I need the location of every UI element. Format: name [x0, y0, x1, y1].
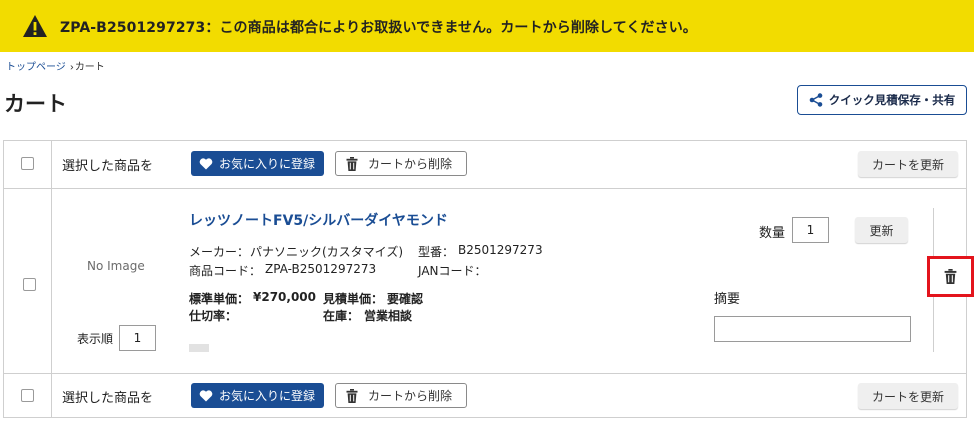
delete-item-button[interactable] [927, 256, 974, 297]
remove-selected-button-top[interactable]: カートから削除 [335, 151, 468, 176]
add-favorite-button-top[interactable]: お気に入りに登録 [191, 151, 325, 176]
breadcrumb: トップページ ›カート [6, 58, 105, 73]
maker-value: パナソニック(カスタマイズ) [250, 245, 404, 259]
divider [51, 140, 52, 189]
add-favorite-label: お気に入りに登録 [219, 157, 316, 171]
update-cart-button-bottom[interactable]: カートを更新 [858, 383, 958, 409]
share-icon [809, 93, 823, 107]
remove-selected-button-bottom[interactable]: カートから削除 [335, 383, 468, 408]
update-quantity-button[interactable]: 更新 [855, 217, 908, 243]
note-input[interactable] [714, 316, 911, 342]
update-cart-button-top[interactable]: カートを更新 [858, 151, 958, 177]
product-code-value: ZPA-B2501297273 [265, 262, 377, 276]
note-label: 摘要 [714, 292, 741, 307]
heart-icon [199, 389, 213, 401]
model-label: 型番： [418, 245, 455, 259]
quantity-input[interactable]: 1 [792, 217, 829, 243]
stock-value: 営業相談 [364, 309, 413, 323]
quote-price-label: 見積単価： [323, 292, 384, 306]
divider [51, 188, 52, 374]
select-all-checkbox-top[interactable] [21, 157, 34, 170]
breadcrumb-current: カート [74, 62, 105, 73]
quote-price-value: 要確認 [387, 292, 424, 306]
display-order-label: 表示順 [77, 332, 114, 346]
quantity-label: 数量 [759, 226, 786, 241]
alert-message: ZPA-B2501297273：この商品は都合によりお取扱いできません。カートか… [60, 20, 697, 36]
model-value: B2501297273 [458, 243, 543, 257]
add-favorite-button-bottom[interactable]: お気に入りに登録 [191, 383, 325, 408]
quick-quote-share-button[interactable]: クイック見積保存・共有 [797, 85, 967, 115]
remove-selected-label: カートから削除 [368, 389, 453, 403]
product-image-placeholder: No Image [87, 259, 145, 273]
bulk-label-bottom: 選択した商品を [62, 391, 154, 406]
warning-icon [23, 15, 47, 37]
item-option-bar [189, 344, 209, 352]
trash-icon [944, 269, 957, 284]
trash-icon [346, 388, 358, 403]
breadcrumb-separator: › [69, 61, 74, 74]
standard-price-label: 標準単価： [189, 292, 250, 306]
select-all-checkbox-bottom[interactable] [21, 389, 34, 402]
remove-selected-label: カートから削除 [368, 157, 453, 171]
bulk-label-top: 選択した商品を [62, 159, 154, 174]
divider [51, 373, 52, 418]
product-code-label: 商品コード： [189, 264, 262, 278]
jan-code-label: JANコード： [418, 264, 487, 278]
trash-icon [346, 156, 358, 171]
wholesale-rate-label: 仕切率： [189, 309, 238, 323]
product-name-link[interactable]: レッツノートFV5/シルバーダイヤモンド [189, 210, 448, 230]
heart-icon [199, 157, 213, 169]
page-title: カート [4, 92, 67, 116]
alert-banner: ZPA-B2501297273：この商品は都合によりお取扱いできません。カートか… [0, 0, 974, 52]
standard-price-value: ¥270,000 [253, 290, 317, 304]
stock-label: 在庫： [323, 309, 360, 323]
share-button-label: クイック見積保存・共有 [828, 93, 956, 107]
add-favorite-label: お気に入りに登録 [219, 389, 316, 403]
breadcrumb-home-link[interactable]: トップページ [6, 62, 66, 73]
display-order-input[interactable]: 1 [119, 325, 156, 351]
maker-label: メーカー： [189, 245, 250, 259]
item-checkbox[interactable] [23, 278, 36, 291]
